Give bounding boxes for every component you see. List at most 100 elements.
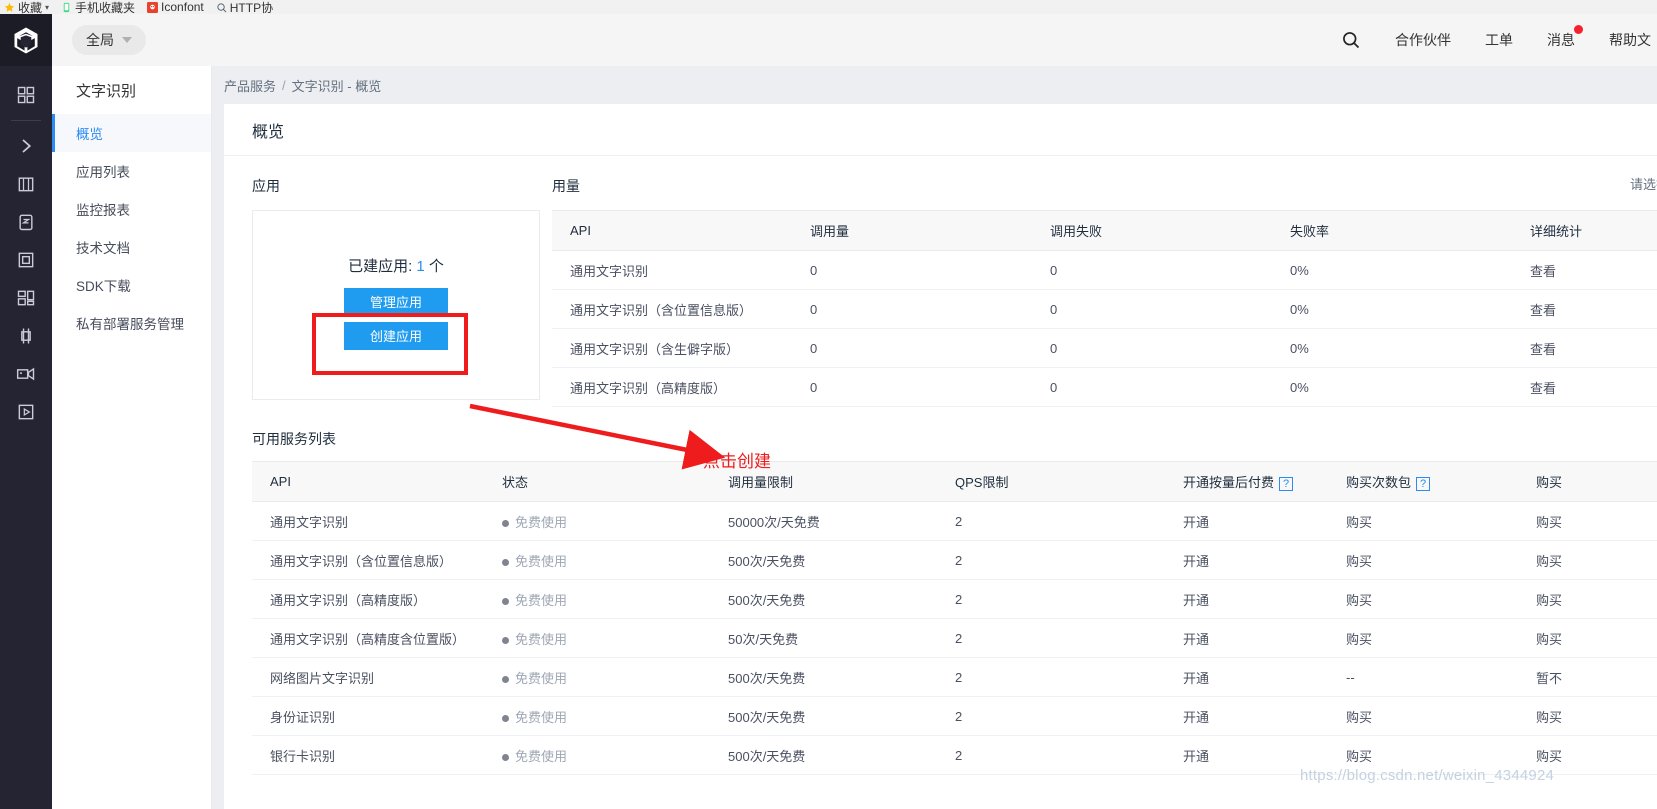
services-cell-package-link[interactable]: 购买	[1328, 501, 1518, 541]
usage-cell-api: 通用文字识别（含生僻字版）	[552, 328, 792, 368]
rail-item-dashboard[interactable]	[0, 279, 52, 317]
usage-cell-rate: 0%	[1272, 289, 1512, 329]
help-icon[interactable]: ?	[1416, 476, 1431, 491]
services-cell-qps: 2	[937, 657, 1165, 697]
sidebar-item-overview[interactable]: 概览	[52, 114, 211, 152]
table-row: 身份证识别 免费使用 500次/天免费 2 开通 购买 购买	[252, 696, 1657, 736]
usage-cell-rate: 0%	[1272, 250, 1512, 290]
document-icon	[19, 214, 33, 231]
status-badge: 免费使用	[515, 709, 568, 725]
usage-cell-detail-link[interactable]: 查看	[1512, 250, 1657, 290]
sidebar-item-monitor-report[interactable]: 监控报表	[52, 190, 211, 228]
browser-bookmarks-bar: 收藏 ▾ 手机收藏夹 Iconfont HTTP协	[0, 0, 1657, 14]
bookmark-item[interactable]: HTTP协	[216, 0, 273, 14]
brand-logo[interactable]	[0, 14, 52, 66]
services-cell-postpay-link[interactable]: 开通	[1165, 696, 1328, 736]
application-count-suffix: 个	[428, 257, 444, 275]
building-icon	[18, 177, 34, 192]
services-cell-package-link[interactable]: 购买	[1328, 696, 1518, 736]
usage-cell-detail-link[interactable]: 查看	[1512, 367, 1657, 407]
rail-item-expand[interactable]	[0, 127, 52, 165]
usage-period-select[interactable]: 请选择	[1630, 174, 1657, 193]
create-app-button[interactable]: 创建应用	[344, 321, 448, 350]
table-row: 网络图片文字识别 免费使用 500次/天免费 2 开通 -- 暂不	[252, 657, 1657, 697]
chevron-down-icon[interactable]: ▾	[45, 3, 49, 12]
cube-logo-icon	[14, 27, 38, 54]
sidebar-item-label: 监控报表	[76, 203, 130, 218]
services-cell-status: 免费使用	[484, 735, 710, 775]
sidebar-item-label: 概览	[76, 127, 103, 142]
sidebar-item-app-list[interactable]: 应用列表	[52, 152, 211, 190]
usage-section: 用量 请选择 API 调用量 调用失败 失败率 详细统计	[552, 176, 1657, 407]
services-cell-api: 通用文字识别（高精度含位置版）	[252, 618, 484, 658]
chevron-right-icon	[22, 139, 32, 153]
sidebar-item-private-deploy[interactable]: 私有部署服务管理	[52, 304, 211, 342]
rail-item-play[interactable]	[0, 393, 52, 431]
bookmark-item[interactable]: 收藏 ▾	[4, 0, 49, 14]
rail-item-frame[interactable]	[0, 241, 52, 279]
services-cell-postpay-link[interactable]: 开通	[1165, 501, 1328, 541]
services-cell-buy-link[interactable]: 购买	[1518, 501, 1657, 541]
bookmark-item[interactable]: Iconfont	[147, 0, 204, 14]
sidebar-item-label: 私有部署服务管理	[76, 317, 184, 332]
usage-cell-calls: 0	[792, 289, 1032, 329]
services-cell-postpay-link[interactable]: 开通	[1165, 657, 1328, 697]
manage-app-button[interactable]: 管理应用	[344, 287, 448, 316]
services-cell-buy-link[interactable]: 购买	[1518, 735, 1657, 775]
scope-label: 全局	[86, 32, 114, 48]
panel-body: 应用 已建应用: 1 个 管理应用 创建应用 用量 请选 API 调用量 调用失…	[224, 156, 1657, 775]
usage-cell-calls: 0	[792, 328, 1032, 368]
header-item-tickets[interactable]: 工单	[1485, 30, 1513, 50]
services-cell-buy-value: 暂不	[1518, 657, 1657, 697]
services-cell-postpay-link[interactable]: 开通	[1165, 579, 1328, 619]
status-badge: 免费使用	[515, 592, 568, 608]
header-item-partners[interactable]: 合作伙伴	[1395, 30, 1451, 50]
services-cell-buy-link[interactable]: 购买	[1518, 540, 1657, 580]
services-cell-buy-link[interactable]: 购买	[1518, 696, 1657, 736]
services-cell-limit: 500次/天免费	[710, 579, 937, 619]
top-row: 应用 已建应用: 1 个 管理应用 创建应用 用量 请选 API 调用量 调用失…	[252, 176, 1657, 407]
play-icon	[18, 404, 34, 420]
main-content: 产品服务 / 文字识别 - 概览 概览 应用 已建应用: 1 个 管理应用 创建…	[212, 66, 1657, 809]
services-cell-buy-link[interactable]: 购买	[1518, 618, 1657, 658]
services-cell-package-link[interactable]: 购买	[1328, 735, 1518, 775]
services-cell-postpay-link[interactable]: 开通	[1165, 735, 1328, 775]
sidebar-item-tech-docs[interactable]: 技术文档	[52, 228, 211, 266]
services-cell-postpay-link[interactable]: 开通	[1165, 618, 1328, 658]
breadcrumb-root[interactable]: 产品服务	[224, 76, 276, 95]
rail-item-apps-grid[interactable]	[0, 76, 52, 114]
bookmark-item[interactable]: 手机收藏夹	[61, 0, 135, 14]
application-count-value: 1	[416, 257, 425, 275]
services-col-postpay-label: 开通按量后付费	[1183, 475, 1275, 490]
status-dot-icon	[502, 636, 509, 644]
usage-cell-detail-link[interactable]: 查看	[1512, 289, 1657, 329]
scope-selector[interactable]: 全局	[72, 25, 146, 55]
usage-cell-detail-link[interactable]: 查看	[1512, 328, 1657, 368]
services-cell-package-link[interactable]: 购买	[1328, 540, 1518, 580]
status-badge: 免费使用	[515, 514, 568, 530]
services-cell-postpay-link[interactable]: 开通	[1165, 540, 1328, 580]
header-item-messages[interactable]: 消息	[1547, 25, 1583, 50]
services-cell-package-link[interactable]: 购买	[1328, 579, 1518, 619]
services-cell-package-link[interactable]: 购买	[1328, 618, 1518, 658]
rail-item-building[interactable]	[0, 165, 52, 203]
services-cell-qps: 2	[937, 501, 1165, 541]
services-cell-status: 免费使用	[484, 579, 710, 619]
usage-cell-calls: 0	[792, 367, 1032, 407]
bookmark-label: Iconfont	[161, 0, 204, 14]
sidebar-item-label: SDK下载	[76, 279, 131, 294]
table-row: 通用文字识别（高精度版） 免费使用 500次/天免费 2 开通 购买 购买	[252, 579, 1657, 619]
table-row: 通用文字识别（高精度版） 0 0 0% 查看	[552, 367, 1657, 407]
usage-cell-fails: 0	[1032, 289, 1272, 329]
rail-item-document[interactable]	[0, 203, 52, 241]
header-item-help[interactable]: 帮助文	[1609, 30, 1651, 50]
help-icon[interactable]: ?	[1279, 476, 1294, 491]
star-icon	[4, 2, 15, 12]
services-cell-qps: 2	[937, 696, 1165, 736]
header-actions: 合作伙伴 工单 消息 帮助文	[1341, 14, 1657, 66]
search-icon[interactable]	[1341, 30, 1361, 50]
sidebar-item-sdk-download[interactable]: SDK下载	[52, 266, 211, 304]
services-cell-buy-link[interactable]: 购买	[1518, 579, 1657, 619]
rail-item-network[interactable]	[0, 317, 52, 355]
rail-item-video[interactable]	[0, 355, 52, 393]
